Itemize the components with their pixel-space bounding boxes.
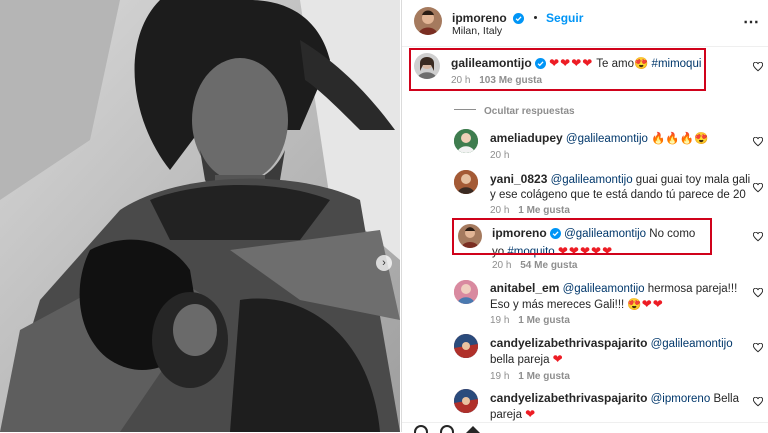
more-horizontal-icon[interactable]: ⋯: [743, 12, 759, 32]
hide-replies-toggle[interactable]: Ocultar respuestas: [454, 101, 575, 119]
highlight-box: [409, 48, 706, 91]
reply-likes[interactable]: 1 Me gusta: [518, 205, 570, 216]
avatar[interactable]: [454, 280, 478, 304]
avatar[interactable]: [454, 334, 478, 358]
reply-username[interactable]: candyelizabethrivaspajarito: [490, 336, 647, 350]
reply-username[interactable]: ameliadupey: [490, 131, 563, 145]
post-photo: ›: [0, 0, 400, 432]
highlight-box: [452, 218, 712, 255]
comments-panel: ipmoreno Seguir Milan, Italy ⋯ galileamo…: [401, 0, 768, 433]
like-heart-icon[interactable]: [753, 343, 763, 353]
reply-mention[interactable]: @galileamontijo: [651, 338, 733, 350]
reply-likes[interactable]: 1 Me gusta: [518, 315, 570, 326]
hide-replies-label[interactable]: Ocultar respuestas: [484, 106, 575, 117]
reply-mention[interactable]: @ipmoreno: [651, 393, 711, 405]
reply-likes[interactable]: 54 Me gusta: [520, 260, 577, 271]
reply-mention[interactable]: @galileamontijo: [566, 133, 648, 145]
like-heart-icon[interactable]: [753, 232, 763, 242]
avatar[interactable]: [414, 7, 442, 35]
reply-text: 🔥🔥🔥😍: [651, 133, 709, 145]
avatar[interactable]: [454, 170, 478, 194]
like-heart-icon[interactable]: [753, 62, 763, 72]
avatar[interactable]: [454, 389, 478, 413]
reply-time[interactable]: 20 h: [490, 205, 509, 216]
reply-mention[interactable]: @galileamontijo: [563, 283, 645, 295]
reply-username[interactable]: candyelizabethrivaspajarito: [490, 391, 647, 405]
reply-time[interactable]: 20 h: [492, 260, 511, 271]
separator-dot: [533, 16, 537, 20]
reply-text: bella pareja: [490, 354, 550, 366]
post-header: ipmoreno Seguir Milan, Italy ⋯: [402, 0, 768, 47]
verified-badge-icon: [513, 11, 525, 29]
author-username[interactable]: ipmoreno: [452, 11, 507, 25]
action-bar: [402, 422, 768, 433]
reply-username[interactable]: yani_0823: [490, 172, 547, 186]
post-location[interactable]: Milan, Italy: [452, 25, 502, 37]
reply-mention[interactable]: @galileamontijo: [551, 174, 633, 186]
like-heart-icon[interactable]: [753, 397, 763, 407]
avatar[interactable]: [454, 129, 478, 153]
reply-time[interactable]: 19 h: [490, 315, 509, 326]
reply-hearts: ❤❤: [641, 297, 664, 311]
follow-button[interactable]: Seguir: [546, 11, 583, 25]
reply-username[interactable]: anitabel_em: [490, 281, 559, 295]
reply-hearts: ❤: [525, 407, 537, 421]
like-heart-icon[interactable]: [753, 183, 763, 193]
like-heart-icon[interactable]: [753, 288, 763, 298]
reply-time[interactable]: 19 h: [490, 371, 509, 382]
reply-hearts: ❤: [552, 352, 564, 366]
reply-emoji: 😍: [627, 299, 642, 311]
reply-likes[interactable]: 1 Me gusta: [518, 371, 570, 382]
like-heart-icon[interactable]: [753, 137, 763, 147]
next-image-chevron-icon[interactable]: ›: [376, 255, 392, 271]
reply-time[interactable]: 20 h: [490, 150, 509, 161]
